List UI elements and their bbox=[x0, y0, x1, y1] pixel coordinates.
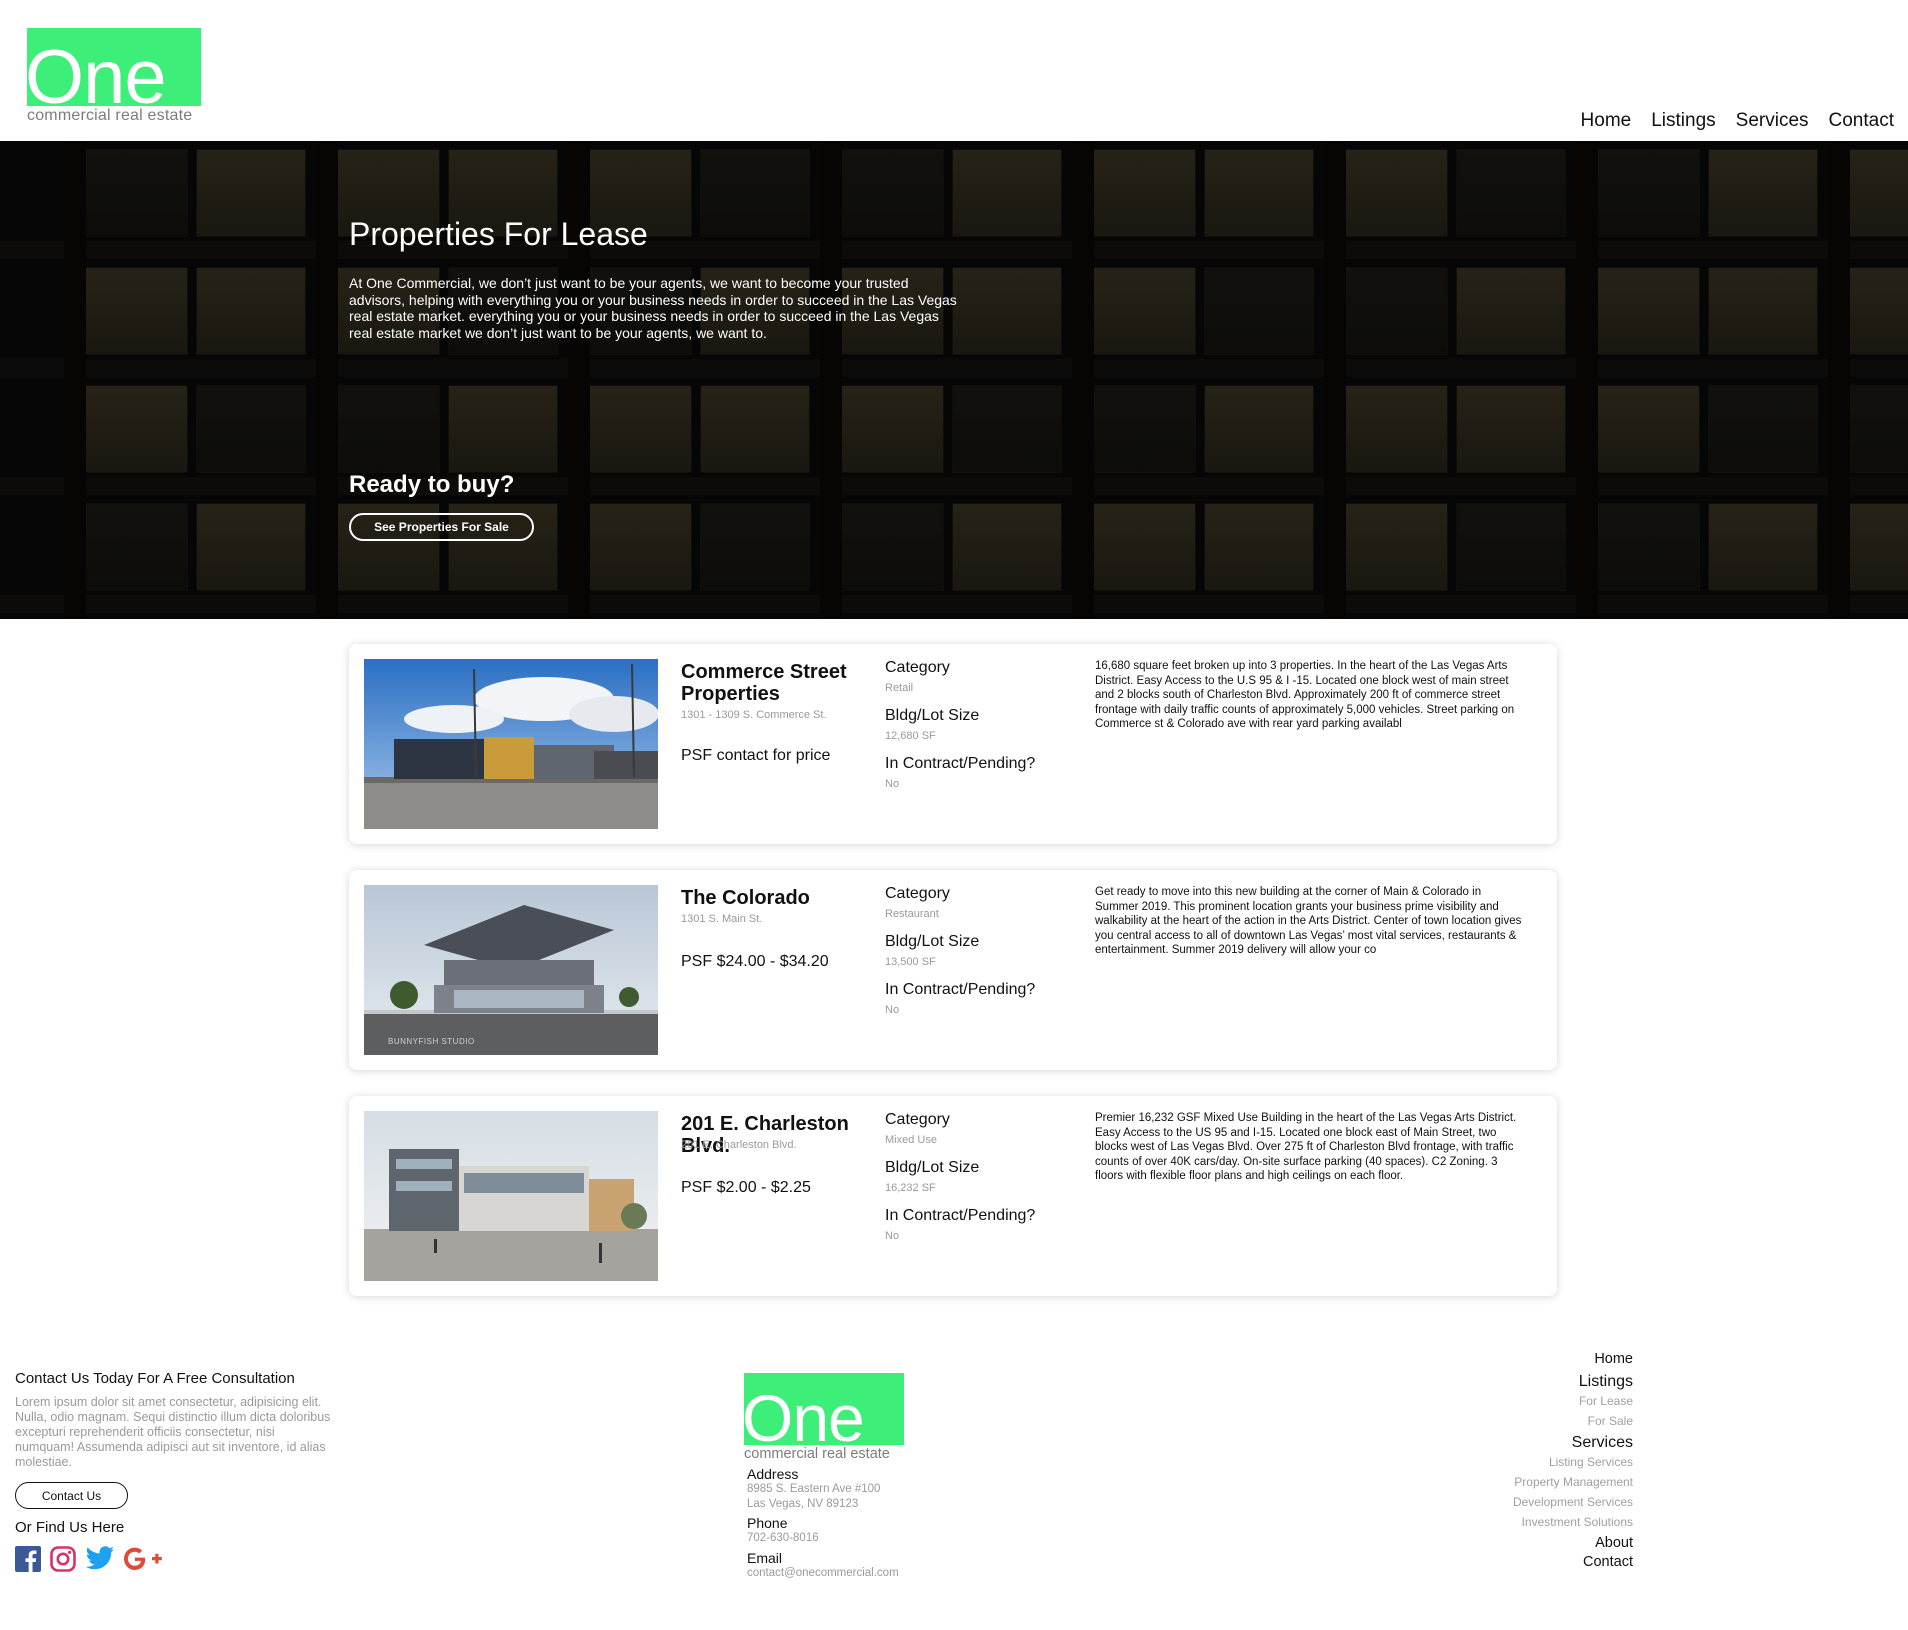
logo-word: One bbox=[27, 35, 167, 107]
contract-value: No bbox=[885, 1230, 900, 1242]
listing-photo[interactable]: BUNNYFISH STUDIO bbox=[364, 885, 658, 1055]
size-value: 13,500 SF bbox=[885, 956, 936, 968]
consultation-heading: Contact Us Today For A Free Consultation bbox=[15, 1370, 295, 1387]
brand-logo[interactable]: One commercial real estate bbox=[27, 28, 201, 125]
listing-card[interactable]: 201 E. Charleston Blvd. 201 E. Charlesto… bbox=[349, 1096, 1557, 1296]
listing-description: Premier 16,232 GSF Mixed Use Building in… bbox=[1095, 1112, 1517, 1182]
category-value: Retail bbox=[885, 682, 914, 694]
listing-card[interactable]: Commerce Street Properties 1301 - 1309 S… bbox=[349, 644, 1557, 844]
listing-price: PSF contact for price bbox=[681, 747, 831, 764]
size-label: Bldg/Lot Size bbox=[885, 933, 980, 950]
contract-label: In Contract/Pending? bbox=[885, 755, 1036, 772]
hero-overlay bbox=[0, 141, 1908, 619]
hero-title: Properties For Lease bbox=[349, 216, 648, 252]
category-label: Category bbox=[885, 885, 950, 902]
category-label: Category bbox=[885, 659, 950, 676]
listing-description: Get ready to move into this new building… bbox=[1095, 886, 1522, 956]
footer-link-listings[interactable]: Listings bbox=[1513, 1372, 1633, 1391]
listing-card[interactable]: BUNNYFISH STUDIO The Colorado 1301 S. Ma… bbox=[349, 870, 1557, 1070]
phone-label: Phone bbox=[747, 1515, 788, 1531]
listing-description: 16,680 square feet broken up into 3 prop… bbox=[1095, 660, 1515, 730]
listing-photo[interactable] bbox=[364, 1111, 658, 1281]
twitter-icon[interactable] bbox=[85, 1546, 115, 1572]
find-us-heading: Or Find Us Here bbox=[15, 1519, 125, 1536]
category-value: Restaurant bbox=[885, 908, 939, 920]
hero-content: Properties For Lease At One Commercial, … bbox=[349, 216, 959, 341]
nav-listings[interactable]: Listings bbox=[1651, 110, 1715, 132]
photo-watermark: BUNNYFISH STUDIO bbox=[388, 1037, 475, 1046]
listing-address: 1301 S. Main St. bbox=[681, 913, 763, 925]
footer-link-services[interactable]: Services bbox=[1513, 1433, 1633, 1452]
listing-photo-the-colorado bbox=[364, 885, 658, 1055]
contract-label: In Contract/Pending? bbox=[885, 981, 1036, 998]
listing-name[interactable]: The Colorado bbox=[681, 887, 881, 909]
footer-link-property-management[interactable]: Property Management bbox=[1513, 1472, 1633, 1492]
see-properties-for-sale-button[interactable]: See Properties For Sale bbox=[349, 513, 534, 541]
listing-photo-commerce-street bbox=[364, 659, 658, 829]
social-links bbox=[15, 1546, 335, 1572]
phone-number[interactable]: 702-630-8016 bbox=[747, 1531, 944, 1546]
email-label: Email bbox=[747, 1549, 783, 1566]
listing-price: PSF $2.00 - $2.25 bbox=[681, 1179, 811, 1196]
footer-link-for-sale[interactable]: For Sale bbox=[1513, 1411, 1633, 1431]
listing-name[interactable]: Commerce Street Properties bbox=[681, 661, 881, 705]
footer-link-development-services[interactable]: Development Services bbox=[1513, 1492, 1633, 1512]
instagram-icon[interactable] bbox=[50, 1546, 76, 1572]
listing-photo-charleston-blvd bbox=[364, 1111, 658, 1281]
footer-link-about[interactable]: About bbox=[1513, 1534, 1633, 1553]
listing-address: 201 E. Charleston Blvd. bbox=[681, 1139, 797, 1151]
footer-link-listing-services[interactable]: Listing Services bbox=[1513, 1452, 1633, 1472]
footer-logo-word: One bbox=[744, 1381, 865, 1445]
footer-link-home[interactable]: Home bbox=[1513, 1350, 1633, 1369]
logo-tagline: commercial real estate bbox=[27, 107, 193, 124]
address-block: Address 8985 S. Eastern Ave #100 Las Veg… bbox=[747, 1466, 944, 1580]
footer-link-investment-solutions[interactable]: Investment Solutions bbox=[1513, 1512, 1633, 1532]
footer-contact-column: Contact Us Today For A Free Consultation… bbox=[15, 1370, 335, 1572]
contract-value: No bbox=[885, 1004, 900, 1016]
nav-services[interactable]: Services bbox=[1736, 110, 1809, 132]
address-label: Address bbox=[747, 1466, 799, 1482]
contact-us-button[interactable]: Contact Us bbox=[15, 1482, 128, 1509]
contract-label: In Contract/Pending? bbox=[885, 1207, 1036, 1224]
ready-to-buy-heading: Ready to buy? bbox=[349, 471, 515, 498]
email-address[interactable]: contact@onecommercial.com bbox=[747, 1566, 944, 1581]
main-nav: Home Listings Services Contact bbox=[1581, 110, 1894, 132]
footer-link-for-lease[interactable]: For Lease bbox=[1513, 1391, 1633, 1411]
size-value: 12,680 SF bbox=[885, 730, 936, 742]
site-header: One commercial real estate Home Listings… bbox=[0, 0, 1908, 141]
footer-logo[interactable]: One bbox=[744, 1373, 904, 1445]
hero-intro-text: At One Commercial, we don’t just want to… bbox=[349, 275, 957, 341]
contract-value: No bbox=[885, 778, 900, 790]
address-line-2: Las Vegas, NV 89123 bbox=[747, 1497, 859, 1510]
footer-sitemap: Home Listings For Lease For Sale Service… bbox=[1513, 1350, 1633, 1572]
address-line-1: 8985 S. Eastern Ave #100 bbox=[747, 1483, 881, 1495]
logo-mark: One bbox=[27, 28, 201, 106]
nav-contact[interactable]: Contact bbox=[1829, 110, 1894, 132]
facebook-icon[interactable] bbox=[15, 1546, 41, 1572]
footer-info-column: One commercial real estate Address 8985 … bbox=[744, 1373, 944, 1580]
consultation-text: Lorem ipsum dolor sit amet consectetur, … bbox=[15, 1395, 331, 1469]
size-label: Bldg/Lot Size bbox=[885, 707, 980, 724]
size-value: 16,232 SF bbox=[885, 1182, 936, 1194]
google-plus-icon[interactable] bbox=[124, 1546, 164, 1572]
hero-banner: Properties For Lease At One Commercial, … bbox=[0, 141, 1908, 619]
footer-link-contact[interactable]: Contact bbox=[1513, 1553, 1633, 1572]
category-value: Mixed Use bbox=[885, 1134, 937, 1146]
nav-home[interactable]: Home bbox=[1581, 110, 1632, 132]
category-label: Category bbox=[885, 1111, 950, 1128]
listing-address: 1301 - 1309 S. Commerce St. bbox=[681, 709, 827, 721]
size-label: Bldg/Lot Size bbox=[885, 1159, 980, 1176]
footer-logo-tagline: commercial real estate bbox=[744, 1446, 890, 1462]
listing-photo[interactable] bbox=[364, 659, 658, 829]
listing-price: PSF $24.00 - $34.20 bbox=[681, 953, 829, 970]
